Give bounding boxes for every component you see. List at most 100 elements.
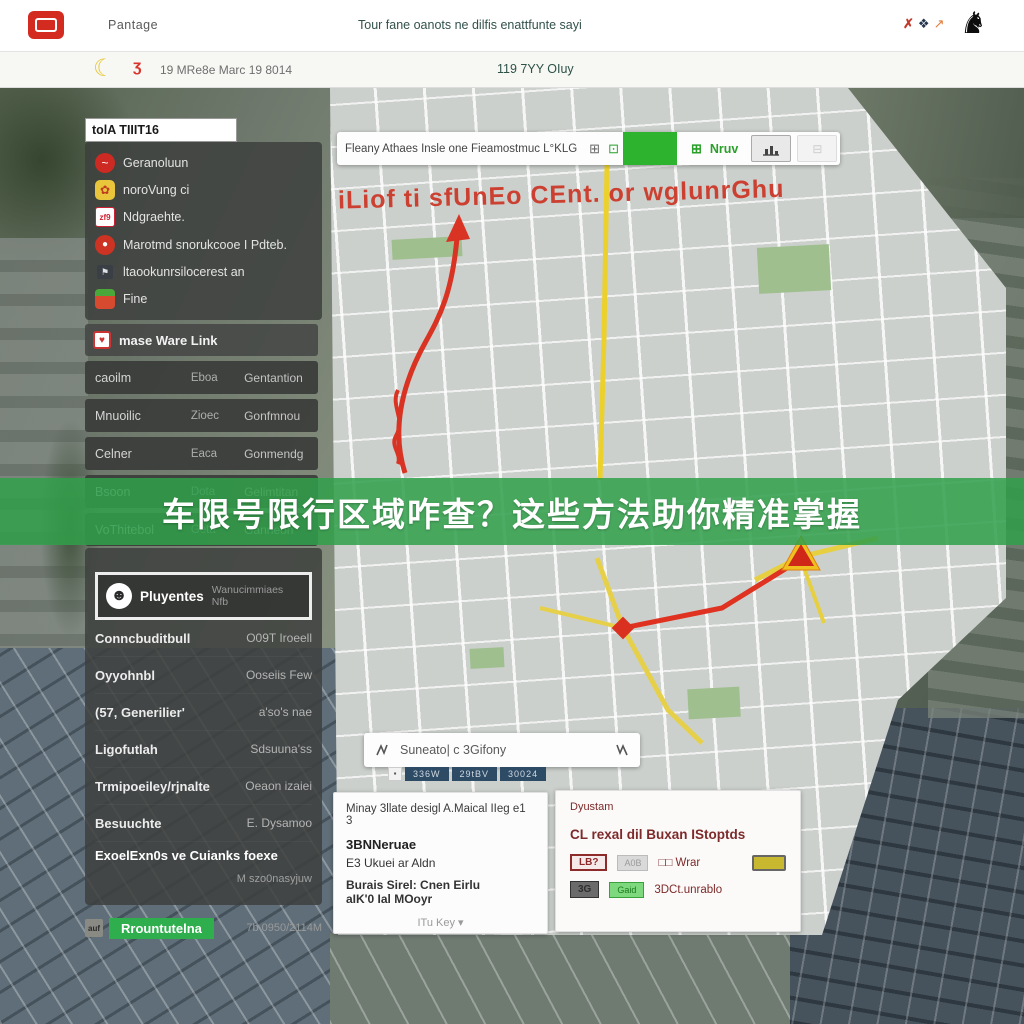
nav-button-label: Nruv: [710, 142, 738, 156]
setting-value: E. Dysamoo: [247, 816, 312, 830]
status-right-text: 119 7YY OIuy: [497, 62, 574, 76]
vehicle-header-label: mase Ware Link: [119, 333, 218, 348]
nav-button[interactable]: ⊞ Nruv: [677, 141, 748, 157]
setting-row[interactable]: Trmipoeiley/rjnalte Oeaon izaiei: [95, 768, 312, 805]
legend-card-right: Dyustam CL rexal dil Buxan IStoptds LB? …: [555, 790, 801, 932]
legend-badge[interactable]: Gaid: [609, 882, 644, 898]
top-navigation-bar: Pantage Tour fane oanots ne dilfis enatt…: [0, 0, 1024, 52]
checkbox-icon[interactable]: ⊡: [604, 141, 623, 157]
vehicle-status: Gentantion: [244, 371, 308, 385]
avatar-face-icon: ☻: [106, 583, 132, 609]
legend-label: 3DCt.unrablo: [654, 884, 722, 896]
status-bar: ☾ ʒ 19 MRe8e Marc 19 8014 119 7YY OIuy: [0, 52, 1024, 88]
headline-title: 车限号限行区域咋查？这些方法助你精准掌握: [162, 488, 862, 536]
toolbar-chip[interactable]: 336W: [405, 767, 449, 781]
setting-row[interactable]: (57, Generilier' a'so's nae: [95, 694, 312, 731]
moon-icon: ☾: [93, 54, 115, 83]
card-title: Minay 3llate desigl A.Maical IIeg e1 3: [346, 803, 535, 827]
red-arrow-path: [399, 238, 457, 473]
legend-badge[interactable]: LB?: [570, 854, 607, 871]
menu-item-label: ltaookunrsilocerest an: [123, 265, 245, 279]
swirl-icon: ~: [95, 153, 115, 173]
sidebar-menu-item[interactable]: zf9 Ndgraehte.: [95, 205, 312, 230]
green-status-badge[interactable]: Rrountutelna: [109, 918, 214, 939]
compass-icon[interactable]: ❖: [918, 16, 930, 32]
bird-logo-icon[interactable]: ♞: [960, 6, 987, 41]
layers-button-disabled[interactable]: ⊟: [797, 135, 837, 162]
yellow-route-branch: [540, 608, 623, 628]
vehicle-status: Gonfmnou: [244, 409, 308, 423]
vehicle-name: caoilm: [95, 371, 191, 385]
setting-label: Trmipoeiley/rjnalte: [95, 779, 210, 794]
headline-banner: 车限号限行区域咋查？这些方法助你精准掌握: [0, 478, 1024, 545]
card-line: 3BNNeruae: [346, 837, 535, 852]
setting-label: (57, Generilier': [95, 705, 185, 720]
setting-value: Sdsuuna'ss: [250, 742, 312, 756]
rose-icon: ✿: [95, 180, 115, 200]
toolbar-chip[interactable]: 29tBV: [452, 767, 498, 781]
map-search-bar[interactable]: Suneato| c 3Gifony: [364, 733, 640, 767]
menu-item-label: Geranoluun: [123, 156, 188, 170]
vehicle-status: Gonmendg: [244, 447, 308, 461]
setting-row[interactable]: Ligofutlah Sdsuuna'ss: [95, 731, 312, 768]
route-swap-icon[interactable]: [604, 742, 640, 758]
shield-heart-icon: ♥: [93, 331, 111, 349]
toolbar-chip[interactable]: 30024: [500, 767, 546, 781]
legend-tag: Dyustam: [570, 801, 786, 813]
vehicle-row[interactable]: Celner Eaca Gonmendg: [85, 437, 318, 470]
card-footer-dropdown[interactable]: ITu Key ▾: [346, 916, 535, 929]
legend-label: □□ Wrar: [658, 857, 700, 869]
olive-badge: [752, 855, 786, 871]
bracket-icon[interactable]: ⊞: [585, 141, 604, 157]
map-viewport[interactable]: iLiof ti sfUnEo CEnt. or wglunrGhu Flean…: [0, 88, 1024, 1024]
setting-value: O09T Iroeell: [246, 631, 312, 645]
topbar-icon-cluster[interactable]: ✗ ❖ ↗: [903, 16, 944, 32]
chart-view-button[interactable]: [751, 135, 791, 162]
auf-icon: auf: [85, 919, 103, 937]
sidebar-menu-item[interactable]: ~ Geranoluun: [95, 150, 312, 175]
setting-value: a'so's nae: [259, 705, 312, 719]
vehicle-row[interactable]: caoilm Eboa Gentantion: [85, 361, 318, 394]
sidebar-menu-item[interactable]: Fine: [95, 287, 312, 312]
minus-chip[interactable]: ▪: [388, 767, 402, 781]
setting-row[interactable]: Oyyohnbl Ooseiis Few: [95, 657, 312, 694]
legend-row: LB? A0B □□ Wrar: [570, 854, 786, 871]
card-line: E3 Ukuei ar Aldn: [346, 856, 535, 870]
setting-label: Oyyohnbl: [95, 668, 155, 683]
red-diamond-marker[interactable]: [612, 617, 635, 640]
highlighted-value: Wanucimmiaes Nfb: [212, 584, 301, 608]
highlighted-setting-row[interactable]: ☻ Pluyentes Wanucimmiaes Nfb: [95, 572, 312, 620]
sidebar-search-input[interactable]: tolA TIIIT16: [85, 118, 237, 142]
yellow-route-vertical: [600, 165, 607, 480]
menu-item-label: noroVung ci: [123, 183, 189, 197]
legend-row: 3G Gaid 3DCt.unrablo: [570, 881, 786, 898]
search-input[interactable]: Suneato| c 3Gifony: [400, 743, 604, 757]
card-line: aIK'0 Ial MOoyr: [346, 892, 535, 906]
legend-badge[interactable]: A0B: [617, 855, 648, 871]
sidebar-menu-item[interactable]: ⚑ ltaookunrsilocerest an: [95, 260, 312, 285]
layers-icon: ⊟: [812, 142, 822, 156]
setting-value: Ooseiis Few: [246, 668, 312, 682]
red-swoosh-icon: ʒ: [133, 58, 141, 76]
setting-row[interactable]: Conncbuditbull O09T Iroeell: [95, 620, 312, 657]
locate-icon[interactable]: ↗: [934, 16, 945, 32]
map-toolbar-title: Fleany Athaes Insle one Fieamostmuc L°KL…: [337, 143, 585, 155]
close-icon[interactable]: ✗: [903, 16, 914, 32]
setting-row[interactable]: Besuuchte E. Dysamoo: [95, 805, 312, 842]
grid-icon: ⊞: [687, 141, 706, 157]
setting-value: Oeaon izaiei: [245, 779, 312, 793]
app-logo[interactable]: [28, 11, 64, 39]
green-action-button[interactable]: [623, 132, 677, 165]
app-window: Pantage Tour fane oanots ne dilfis enatt…: [0, 0, 1024, 1024]
vehicle-row[interactable]: Mnuoilic Zioec Gonfmnou: [85, 399, 318, 432]
vehicle-list-header[interactable]: ♥ mase Ware Link: [85, 324, 318, 356]
card-line: Burais Sirel: Cnen Eirlu: [346, 878, 535, 892]
bottom-right-text: 7b 0950/2114M: [246, 922, 322, 934]
setting-label: Besuuchte: [95, 816, 161, 831]
gift-icon: [95, 289, 115, 309]
sidebar-menu-item[interactable]: ✿ noroVung ci: [95, 177, 312, 202]
legend-badge[interactable]: 3G: [570, 881, 599, 898]
route-start-icon[interactable]: [364, 742, 400, 758]
settings-panel: ☻ Pluyentes Wanucimmiaes Nfb Conncbuditb…: [85, 548, 322, 905]
sidebar-menu-item[interactable]: ● Marotmd snorukcooe I Pdteb.: [95, 232, 312, 257]
